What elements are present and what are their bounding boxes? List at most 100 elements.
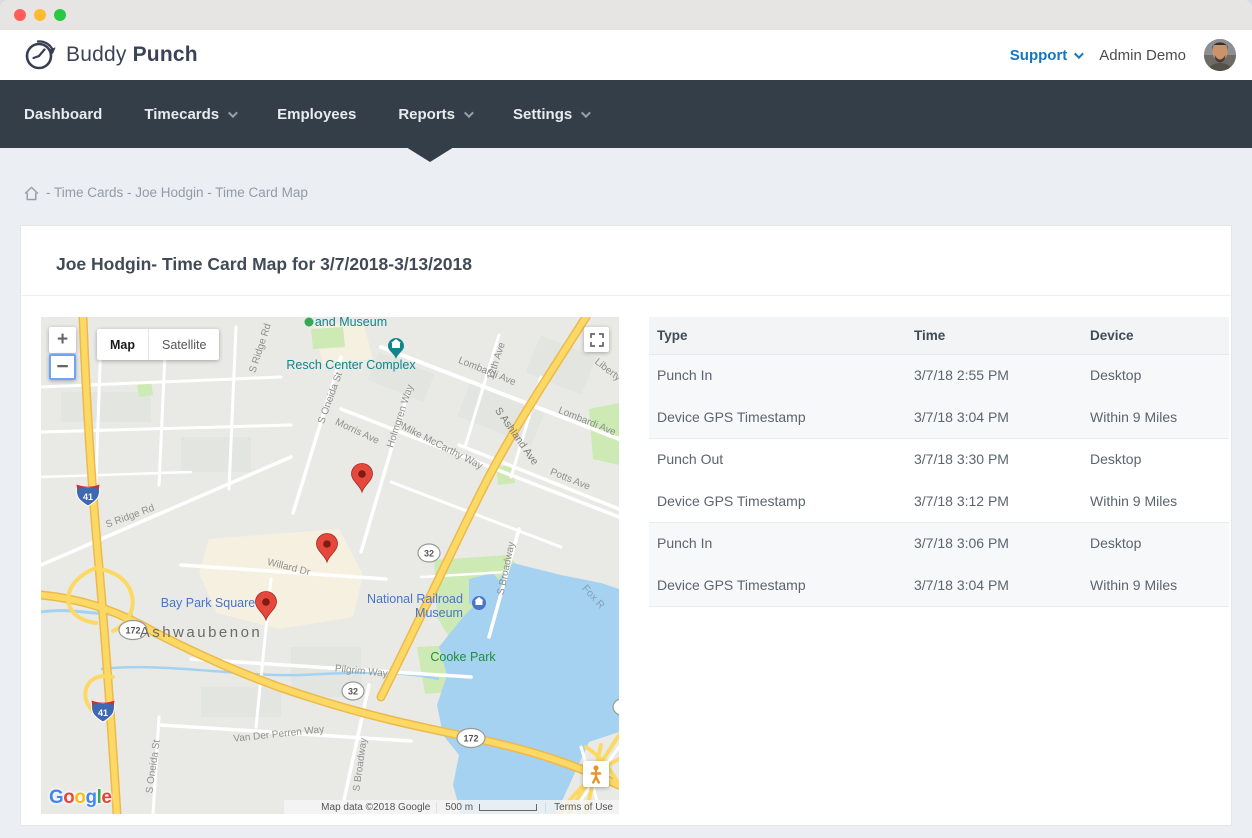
plus-icon: + — [56, 329, 69, 350]
page-content: - Time Cards - Joe Hodgin - Time Card Ma… — [0, 148, 1252, 838]
map-fullscreen-button[interactable] — [584, 327, 609, 352]
table-row: Punch In 3/7/18 3:06 PM Desktop — [649, 521, 1229, 564]
report-card: Joe Hodgin- Time Card Map for 3/7/2018-3… — [20, 225, 1232, 826]
minimize-window-button[interactable] — [34, 9, 46, 21]
home-icon[interactable] — [24, 186, 39, 201]
museum-poi-icon[interactable] — [472, 596, 486, 610]
map-type-map-button[interactable]: Map — [97, 329, 148, 360]
cell-type: Device GPS Timestamp — [657, 492, 806, 509]
cell-device: Desktop — [1082, 437, 1229, 480]
zoom-window-button[interactable] — [54, 9, 66, 21]
map-zoom-out-button[interactable]: − — [49, 354, 76, 380]
table-row: Device GPS Timestamp 3/7/18 3:04 PM With… — [649, 564, 1229, 607]
cell-device: Within 9 Miles — [1090, 492, 1178, 509]
chevron-down-icon — [228, 107, 238, 118]
map-canvas: 41 41 172 172 32 32 and Museum Resch Cen… — [41, 317, 619, 814]
google-logo[interactable]: Google — [49, 787, 112, 809]
avatar-photo — [1204, 39, 1236, 71]
cell-device: Desktop — [1082, 354, 1229, 396]
nav-label: Employees — [277, 105, 357, 123]
nav-label: Settings — [513, 105, 573, 123]
map-data-attribution: Map data ©2018 Google — [321, 801, 431, 813]
nav-item-employees[interactable]: Employees — [277, 106, 356, 123]
map-zoom-in-button[interactable]: + — [49, 327, 76, 353]
map-scale-bar — [479, 803, 538, 811]
svg-text:41: 41 — [98, 708, 108, 718]
cell-device: Within 9 Miles — [1082, 396, 1229, 438]
table-row: Device GPS Timestamp 3/7/18 3:04 PM With… — [649, 396, 1229, 438]
cell-type: Device GPS Timestamp — [649, 564, 906, 607]
cell-time: 3/7/18 2:55 PM — [906, 354, 1082, 396]
nav-label: Reports — [398, 105, 456, 123]
map-type-map-label: Map — [110, 337, 135, 352]
cell-type: Punch Out — [649, 437, 906, 480]
map-label: National Railroad — [367, 592, 463, 606]
map-type-control: Map Satellite — [97, 329, 220, 360]
app-header: Buddy Punch Support Admin Demo — [0, 30, 1252, 80]
cell-type: Device GPS Timestamp — [649, 396, 906, 438]
pegman-icon — [590, 764, 602, 784]
cell-device: Desktop — [1082, 521, 1229, 564]
cell-time: 3/7/18 3:12 PM — [914, 492, 1009, 509]
park-poi-icon[interactable] — [304, 317, 314, 327]
main-navbar: Dashboard Timecards Employees Reports Se… — [0, 80, 1252, 162]
map-attribution-bar: Map data ©2018 Google 500 m Terms of Use — [284, 800, 619, 814]
brand-name: Buddy Punch — [66, 43, 198, 67]
svg-text:32: 32 — [424, 549, 434, 559]
map-label: Ashwaubenon — [140, 624, 263, 641]
cell-time: 3/7/18 3:06 PM — [906, 521, 1082, 564]
nav-item-settings[interactable]: Settings — [513, 105, 592, 123]
brand-logo[interactable]: Buddy Punch — [22, 37, 198, 73]
nav-label: Timecards — [144, 105, 220, 123]
support-menu[interactable]: Support — [1009, 46, 1085, 64]
cell-time: 3/7/18 3:04 PM — [906, 396, 1082, 438]
chevron-down-icon — [581, 107, 592, 118]
close-window-button[interactable] — [14, 9, 26, 21]
cell-time: 3/7/18 3:04 PM — [906, 564, 1082, 607]
punch-table: Type Time Device Punch In 3/7/18 2:55 PM… — [649, 317, 1229, 607]
column-header-type: Type — [649, 317, 906, 355]
breadcrumb: - Time Cards - Joe Hodgin - Time Card Ma… — [0, 148, 1252, 202]
google-map[interactable]: 41 41 172 172 32 32 and Museum Resch Cen… — [41, 317, 619, 814]
avatar[interactable] — [1204, 39, 1236, 71]
chevron-down-icon — [463, 107, 474, 118]
map-scale-control[interactable]: 500 m — [436, 801, 545, 813]
map-label: Cooke Park — [430, 650, 496, 664]
window-controls — [14, 9, 66, 21]
header-right: Support Admin Demo — [1010, 39, 1236, 71]
map-label: Resch Center Complex — [286, 358, 416, 372]
brand-name-second: Punch — [132, 43, 198, 66]
column-header-device: Device — [1082, 317, 1229, 355]
support-label: Support — [1009, 46, 1068, 64]
map-type-satellite-label: Satellite — [162, 337, 207, 352]
svg-text:172: 172 — [125, 626, 140, 636]
chevron-down-icon — [1074, 48, 1085, 59]
window-titlebar — [0, 0, 1252, 30]
cell-time: 3/7/18 3:30 PM — [906, 437, 1082, 480]
table-row: Punch Out 3/7/18 3:30 PM Desktop — [649, 437, 1229, 480]
route-32-shield: 32 — [341, 681, 365, 701]
minus-icon: − — [56, 355, 69, 378]
map-scale-label: 500 m — [445, 801, 474, 813]
nav-item-dashboard[interactable]: Dashboard — [24, 106, 102, 123]
svg-text:41: 41 — [83, 492, 93, 502]
cell-type: Punch In — [649, 354, 906, 396]
table-row: Punch In 3/7/18 2:55 PM Desktop — [649, 354, 1229, 396]
terms-of-use-link[interactable]: Terms of Use — [545, 801, 619, 813]
nav-label: Dashboard — [24, 105, 103, 123]
route-32-shield: 32 — [417, 543, 441, 563]
svg-text:172: 172 — [463, 734, 478, 744]
app-window: Buddy Punch Support Admin Demo Dashboard… — [0, 0, 1252, 838]
column-header-time: Time — [906, 317, 1082, 355]
active-menu-notch — [406, 147, 454, 162]
nav-item-timecards[interactable]: Timecards — [144, 105, 238, 123]
map-type-satellite-button[interactable]: Satellite — [148, 329, 219, 360]
user-name: Admin Demo — [1099, 46, 1186, 64]
report-body: 41 41 172 172 32 32 and Museum Resch Cen… — [21, 296, 1231, 828]
nav-item-reports[interactable]: Reports — [398, 105, 474, 123]
map-label: Museum — [415, 606, 463, 620]
page-title: Joe Hodgin- Time Card Map for 3/7/2018-3… — [21, 226, 1231, 296]
map-label: Bay Park Square — [161, 596, 256, 610]
map-pegman-button[interactable] — [583, 761, 609, 787]
clock-logo-icon — [25, 40, 56, 70]
